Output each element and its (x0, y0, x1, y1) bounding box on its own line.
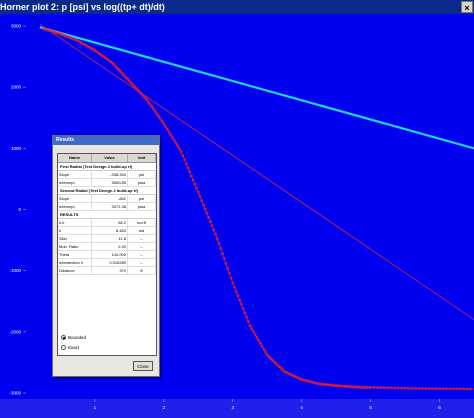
y-tick-label: 1000 (11, 146, 22, 151)
result-name-cell: Intercept (58, 179, 92, 186)
result-value-cell: 2.49 (92, 243, 128, 250)
y-tick-label: -2000 (9, 329, 21, 334)
close-window-button[interactable]: × (461, 1, 473, 13)
y-tick-label: 2000 (11, 85, 22, 90)
results-table: Name Value Unit First Radial (Test Desig… (57, 153, 157, 356)
result-unit-cell: md (128, 227, 156, 234)
window-title: Horner plot 2: p [psi] vs log((tp+ dt)/d… (0, 2, 165, 12)
result-name-cell: Slope (58, 171, 92, 178)
radio-indicator-bounded[interactable] (61, 335, 66, 340)
bounded-radio[interactable]: Bounded (61, 335, 86, 340)
radio-indicator-exact[interactable] (61, 345, 66, 350)
results-dialog-title: Results (53, 136, 159, 145)
result-name-cell: Skin (58, 235, 92, 242)
results-dialog: Results Name Value Unit First Radial (Te… (52, 135, 160, 377)
result-unit-cell: psi (128, 195, 156, 202)
result-value-cell: 8.463 (92, 227, 128, 234)
result-name-cell: Slope (58, 195, 92, 202)
table-row: Slope -842 psi (58, 195, 156, 203)
result-name-cell: Distance (58, 267, 92, 274)
x-axis-band (0, 399, 474, 418)
result-value-cell: 370 (92, 267, 128, 274)
table-row: k 8.463 md (58, 227, 156, 235)
result-value-cell: 0.016289 (92, 259, 128, 266)
column-header-name: Name (58, 154, 92, 162)
result-value-cell: -338.334 (92, 171, 128, 178)
results-table-body: First Radial (Test Design 2 build-up rf)… (58, 163, 156, 275)
result-value-cell: -842 (92, 195, 128, 202)
result-unit-cell: psia (128, 203, 156, 210)
result-value-cell: 3471.48 (92, 203, 128, 210)
result-name-cell: k.h (58, 219, 92, 226)
result-value-cell: 11.8 (92, 235, 128, 242)
results-section-heading: Second Radial (Test Design 2 build-up rf… (58, 187, 156, 195)
y-tick-label: -3000 (9, 391, 21, 396)
result-value-cell: 144.000 (92, 251, 128, 258)
result-name-cell: Mob. Ratio (58, 243, 92, 250)
table-row: Mob. Ratio 2.49 -- (58, 243, 156, 251)
result-unit-cell: -- (128, 259, 156, 266)
result-unit-cell: -- (128, 235, 156, 242)
result-unit-cell: md.ft (128, 219, 156, 226)
result-unit-cell: ft (128, 267, 156, 274)
bounded-radio-label: Bounded (68, 335, 87, 340)
result-name-cell: Intersection X (58, 259, 92, 266)
table-row: k.h 68.2 md.ft (58, 219, 156, 227)
table-row: Intercept 3471.48 psia (58, 203, 156, 211)
table-row: Intersection X 0.016289 -- (58, 259, 156, 267)
result-name-cell: Theta (58, 251, 92, 258)
result-unit-cell: -- (128, 251, 156, 258)
result-value-cell: 68.2 (92, 219, 128, 226)
table-row: Skin 11.8 -- (58, 235, 156, 243)
close-button[interactable]: Close (133, 361, 153, 371)
exact-radio[interactable]: Exact (61, 345, 79, 350)
results-table-header: Name Value Unit (58, 154, 156, 163)
column-header-unit: Unit (128, 154, 156, 162)
column-header-value: Value (92, 154, 128, 162)
result-name-cell: k (58, 227, 92, 234)
result-unit-cell: -- (128, 243, 156, 250)
exact-radio-label: Exact (68, 345, 80, 350)
results-section-heading: RESULTS (58, 211, 156, 219)
table-row: Slope -338.334 psi (58, 171, 156, 179)
table-row: Theta 144.000 -- (58, 251, 156, 259)
plot-window: 3000 2000 1000 0 -1000 -2000 -3000 1 2 3 4 5 6 Resul… (0, 14, 474, 418)
y-tick-label: 3000 (11, 24, 22, 29)
table-row: Intercept 3050.85 psia (58, 179, 156, 187)
results-section-heading: First Radial (Test Design 2 build-up rf) (58, 163, 156, 171)
result-value-cell: 3050.85 (92, 179, 128, 186)
y-tick-label: -1000 (9, 268, 21, 273)
result-unit-cell: psi (128, 171, 156, 178)
result-name-cell: Intercept (58, 203, 92, 210)
window-titlebar: Horner plot 2: p [psi] vs log((tp+ dt)/d… (0, 0, 474, 14)
result-unit-cell: psia (128, 179, 156, 186)
table-row: Distance 370 ft (58, 267, 156, 275)
